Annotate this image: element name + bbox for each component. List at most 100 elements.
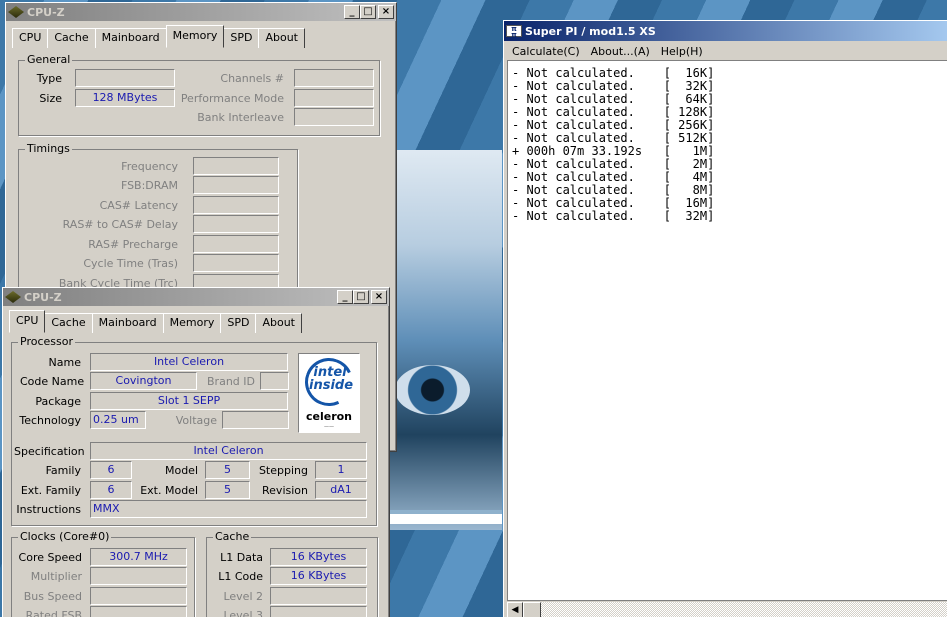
cycle-time-label: Cycle Time (Tras) [83, 257, 178, 270]
tab-cache[interactable]: Cache [44, 313, 93, 333]
maximize-button[interactable]: □ [360, 5, 376, 19]
group-label: Cache [213, 530, 252, 543]
l1-code-value: 16 KBytes [270, 567, 367, 585]
group-label: Timings [25, 142, 72, 155]
size-label: Size [39, 92, 62, 105]
model-label: Model [164, 464, 198, 477]
brandid-value [260, 372, 289, 390]
tab-spd[interactable]: SPD [220, 313, 257, 333]
cpuz-cpu-titlebar[interactable]: CPU-Z _ □ × [3, 288, 389, 306]
tab-mainboard[interactable]: Mainboard [94, 28, 167, 48]
scroll-left-button[interactable]: ◀ [507, 602, 523, 617]
tab-strip: CPU Cache Mainboard Memory SPD About [3, 306, 389, 333]
minimize-button[interactable]: _ [344, 5, 360, 19]
level2-label: Level 2 [223, 590, 263, 603]
window-title: CPU-Z [24, 290, 62, 304]
close-button[interactable]: × [371, 290, 387, 304]
minimize-button[interactable]: _ [337, 290, 353, 304]
group-label: Processor [18, 335, 75, 348]
revision-value: dA1 [315, 481, 367, 499]
name-value: Intel Celeron [90, 353, 288, 371]
cas-latency-label: CAS# Latency [99, 199, 178, 212]
channels-label: Channels # [220, 72, 284, 85]
instructions-label: Instructions [16, 503, 81, 516]
type-label: Type [36, 72, 62, 85]
menu-calculate[interactable]: Calculate(C) [508, 45, 584, 58]
horizontal-scrollbar[interactable]: ◀ [507, 602, 947, 617]
brandid-label: Brand ID [207, 375, 255, 388]
ras-precharge-value [193, 235, 279, 253]
voltage-value [222, 411, 289, 429]
intel-celeron-logo: intel inside celeron —— [298, 351, 360, 433]
technology-label: Technology [19, 414, 81, 427]
superpi-window: ππ Super PI / mod1.5 XS Calculate(C) Abo… [503, 20, 947, 617]
tab-mainboard[interactable]: Mainboard [91, 313, 164, 333]
frequency-value [193, 157, 279, 175]
log-line-32m: - Not calculated. [ 32M] [512, 209, 715, 223]
multiplier-label: Multiplier [30, 570, 82, 583]
menu-bar: Calculate(C) About...(A) Help(H) [504, 41, 947, 61]
tab-memory[interactable]: Memory [162, 313, 222, 333]
size-value: 128 MBytes [75, 89, 175, 107]
logo-brand: celeron [305, 410, 353, 423]
cycle-time-value [193, 254, 279, 272]
scroll-thumb[interactable] [523, 602, 541, 617]
tab-about[interactable]: About [255, 313, 302, 333]
tab-cpu[interactable]: CPU [9, 310, 46, 333]
window-title: CPU-Z [27, 5, 65, 19]
l1-data-label: L1 Data [220, 551, 263, 564]
superpi-app-icon: ππ [506, 25, 522, 39]
performance-mode-label: Performance Mode [180, 92, 284, 105]
specification-label: Specification [14, 445, 85, 458]
channels-value [294, 69, 374, 87]
chip-icon [5, 291, 21, 303]
wallpaper-eye [395, 365, 470, 415]
ras-cas-delay-value [193, 215, 279, 233]
model-value: 5 [205, 461, 250, 479]
frequency-label: Frequency [121, 160, 178, 173]
ext-family-value: 6 [90, 481, 132, 499]
superpi-titlebar[interactable]: ππ Super PI / mod1.5 XS [504, 21, 947, 41]
bank-interleave-label: Bank Interleave [197, 111, 284, 124]
maximize-button[interactable]: □ [353, 290, 369, 304]
level3-label: Level 3 [223, 609, 263, 617]
performance-mode-value [294, 89, 374, 107]
family-value: 6 [90, 461, 132, 479]
fsb-dram-label: FSB:DRAM [120, 179, 178, 192]
bus-speed-value [90, 587, 187, 605]
family-label: Family [45, 464, 81, 477]
close-button[interactable]: × [378, 5, 394, 19]
instructions-value: MMX [90, 500, 367, 518]
bus-speed-label: Bus Speed [23, 590, 82, 603]
tab-spd[interactable]: SPD [223, 28, 260, 48]
name-label: Name [48, 356, 81, 369]
ras-cas-delay-label: RAS# to CAS# Delay [62, 218, 178, 231]
desktop-wallpaper [390, 150, 502, 530]
tab-cache[interactable]: Cache [47, 28, 96, 48]
ext-model-label: Ext. Model [140, 484, 198, 497]
menu-about[interactable]: About...(A) [587, 45, 654, 58]
cas-latency-value [193, 196, 279, 214]
tab-about[interactable]: About [258, 28, 305, 48]
group-label: Clocks (Core#0) [18, 530, 112, 543]
wallpaper-strip [390, 510, 502, 524]
voltage-label: Voltage [175, 414, 217, 427]
rated-fsb-value [90, 606, 187, 617]
ras-precharge-label: RAS# Precharge [88, 238, 178, 251]
bank-interleave-value [294, 108, 374, 126]
fsb-dram-value [193, 176, 279, 194]
tab-strip: CPU Cache Mainboard Memory SPD About [6, 21, 396, 48]
logo-subtext: —— [324, 424, 334, 430]
specification-value: Intel Celeron [90, 442, 367, 460]
window-title: Super PI / mod1.5 XS [525, 24, 656, 38]
tab-memory[interactable]: Memory [165, 25, 225, 48]
package-label: Package [35, 395, 81, 408]
cpuz-memory-titlebar[interactable]: CPU-Z _ □ × [6, 3, 396, 21]
level2-value [270, 587, 367, 605]
chip-icon [8, 6, 24, 18]
package-value: Slot 1 SEPP [90, 392, 288, 410]
core-speed-label: Core Speed [18, 551, 82, 564]
rated-fsb-label: Rated FSB [25, 609, 82, 617]
tab-cpu[interactable]: CPU [12, 28, 49, 48]
menu-help[interactable]: Help(H) [657, 45, 707, 58]
